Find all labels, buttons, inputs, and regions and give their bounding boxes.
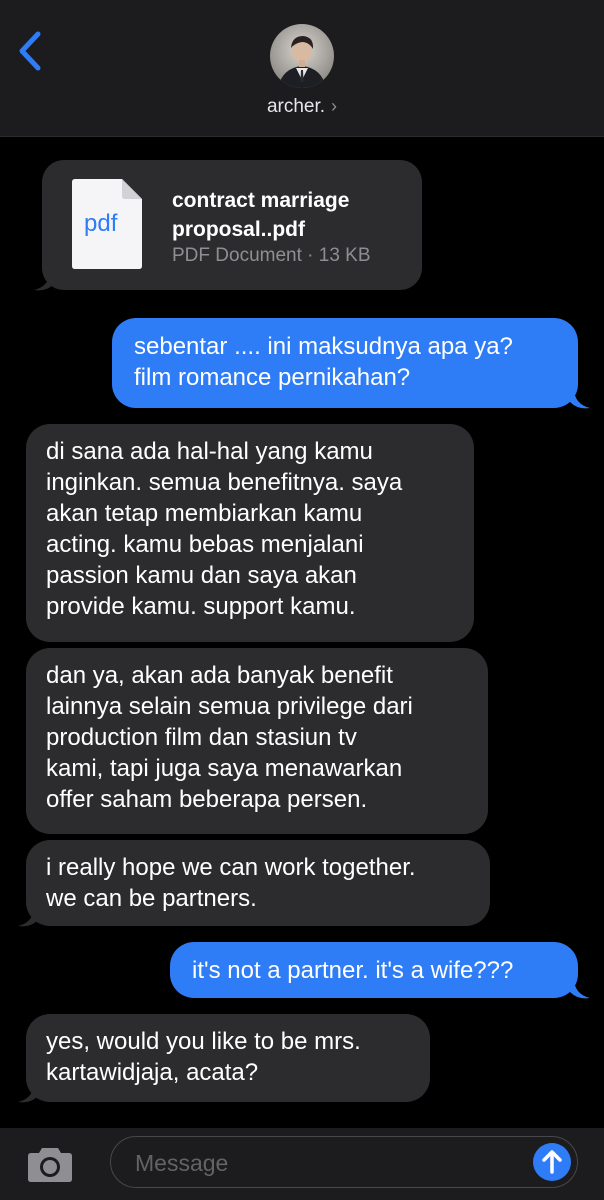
back-button[interactable] — [14, 28, 50, 74]
chevron-right-icon: › — [331, 96, 338, 116]
arrow-up-icon — [542, 1150, 562, 1174]
camera-button[interactable] — [26, 1144, 74, 1184]
bubble-tail — [18, 1082, 38, 1103]
outgoing-message[interactable]: it's not a partner. it's a wife??? — [170, 942, 578, 998]
message-input[interactable] — [133, 1145, 517, 1181]
chevron-left-icon — [19, 31, 41, 71]
message-field — [110, 1136, 578, 1188]
outgoing-message[interactable]: sebentar .... ini maksudnya apa ya? film… — [112, 318, 578, 408]
contact-avatar[interactable] — [270, 24, 334, 88]
incoming-message[interactable]: i really hope we can work together. we c… — [26, 840, 490, 926]
file-meta: PDF Document · 13 KB — [172, 245, 371, 266]
pdf-attachment[interactable]: pdf contract marriage proposal..pdf PDF … — [42, 160, 422, 290]
incoming-message[interactable]: di sana ada hal-hal yang kamu inginkan. … — [26, 424, 474, 642]
incoming-message[interactable]: yes, would you like to be mrs. kartawidj… — [26, 1014, 430, 1102]
bubble-tail — [18, 906, 38, 927]
contact-name-button[interactable]: archer. › — [0, 96, 604, 118]
contact-name: archer. — [266, 96, 326, 117]
incoming-message[interactable]: dan ya, akan ada banyak benefit lainnya … — [26, 648, 488, 834]
bubble-tail — [570, 978, 590, 999]
composer-bar — [0, 1128, 604, 1200]
send-button[interactable] — [533, 1143, 571, 1181]
avatar-photo — [270, 24, 334, 88]
file-name: contract marriage proposal..pdf — [172, 189, 350, 241]
bubble-tail — [570, 388, 590, 409]
camera-icon — [28, 1148, 72, 1182]
pdf-icon-label: pdf — [84, 210, 118, 237]
conversation-header: archer. › — [0, 0, 604, 137]
bubble-tail — [34, 270, 54, 291]
